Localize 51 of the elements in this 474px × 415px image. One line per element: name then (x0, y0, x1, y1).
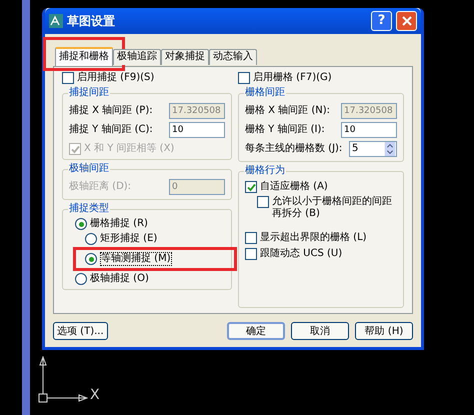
checkbox[interactable] (62, 72, 74, 84)
field-label: 栅格 X 轴间距 (N): (245, 105, 330, 117)
checkbox-label: 启用捕捉 (F9)(S) (77, 72, 154, 84)
checkbox[interactable] (245, 181, 257, 193)
input-field[interactable]: 10 (341, 122, 397, 138)
window-title: 草图设置 (67, 13, 115, 30)
checkbox-label: 跟随动态 UCS (U) (260, 248, 342, 260)
radio-label: 等轴测捕捉 (M) (100, 252, 172, 266)
group-title: 捕捉类型 (68, 203, 110, 215)
cancel-button[interactable]: 取消 (291, 322, 349, 340)
tab[interactable]: 对象捕捉 (161, 48, 209, 64)
radio-label: 极轴捕捉 (O) (90, 273, 149, 285)
field-label: 栅格 Y 轴间距 (I): (245, 124, 325, 136)
checkbox-label: 允许以小于栅格间距的间距再拆分 (B) (272, 196, 392, 220)
ucs-axis-icon (38, 356, 88, 403)
radio-label: 矩形捕捉 (E) (100, 233, 158, 245)
close-button[interactable] (396, 11, 417, 31)
group-title: 极轴间距 (68, 163, 110, 175)
help-dialog-button[interactable]: 帮助 (H) (355, 322, 413, 340)
field-label: 捕捉 X 轴间距 (P): (69, 105, 153, 117)
close-icon (402, 16, 412, 26)
group-title: 栅格间距 (244, 87, 286, 99)
spinner-arrows-icon[interactable] (384, 142, 396, 156)
spin-field[interactable]: 5 (349, 141, 397, 157)
app-icon (49, 14, 63, 28)
checkbox[interactable] (245, 232, 257, 244)
checkbox-label: 自适应栅格 (A) (260, 181, 328, 193)
tab[interactable]: 动态输入 (209, 48, 257, 64)
field-label: 每条主线的栅格数 (J): (245, 143, 342, 155)
tab[interactable]: 捕捉和栅格 (55, 46, 113, 66)
radio-button[interactable] (75, 218, 87, 230)
help-button[interactable]: ? (371, 11, 392, 31)
field-label: 捕捉 Y 轴间距 (C): (69, 124, 153, 136)
input-field[interactable]: 10 (169, 122, 225, 138)
radio-button[interactable] (75, 273, 87, 285)
radio-label: 栅格捕捉 (R) (90, 218, 148, 230)
checkbox[interactable] (257, 196, 269, 208)
radio-button[interactable] (85, 233, 97, 245)
tab[interactable]: 极轴追踪 (113, 48, 161, 64)
group-title: 栅格行为 (244, 165, 286, 177)
group-title: 捕捉间距 (68, 87, 110, 99)
radio-button[interactable] (85, 253, 97, 265)
checkbox-label: 显示超出界限的栅格 (L) (260, 232, 367, 244)
checkbox-label: X 和 Y 间距相等 (X) (84, 143, 174, 155)
checkbox-label: 启用栅格 (F7)(G) (253, 72, 332, 84)
axis-label: X (90, 387, 100, 403)
checkbox[interactable] (245, 248, 257, 260)
options-button[interactable]: 选项 (T)... (53, 322, 108, 340)
ok-button[interactable]: 确定 (227, 322, 285, 340)
field-label: 极轴距离 (D): (69, 181, 132, 193)
checkbox[interactable] (238, 72, 250, 84)
